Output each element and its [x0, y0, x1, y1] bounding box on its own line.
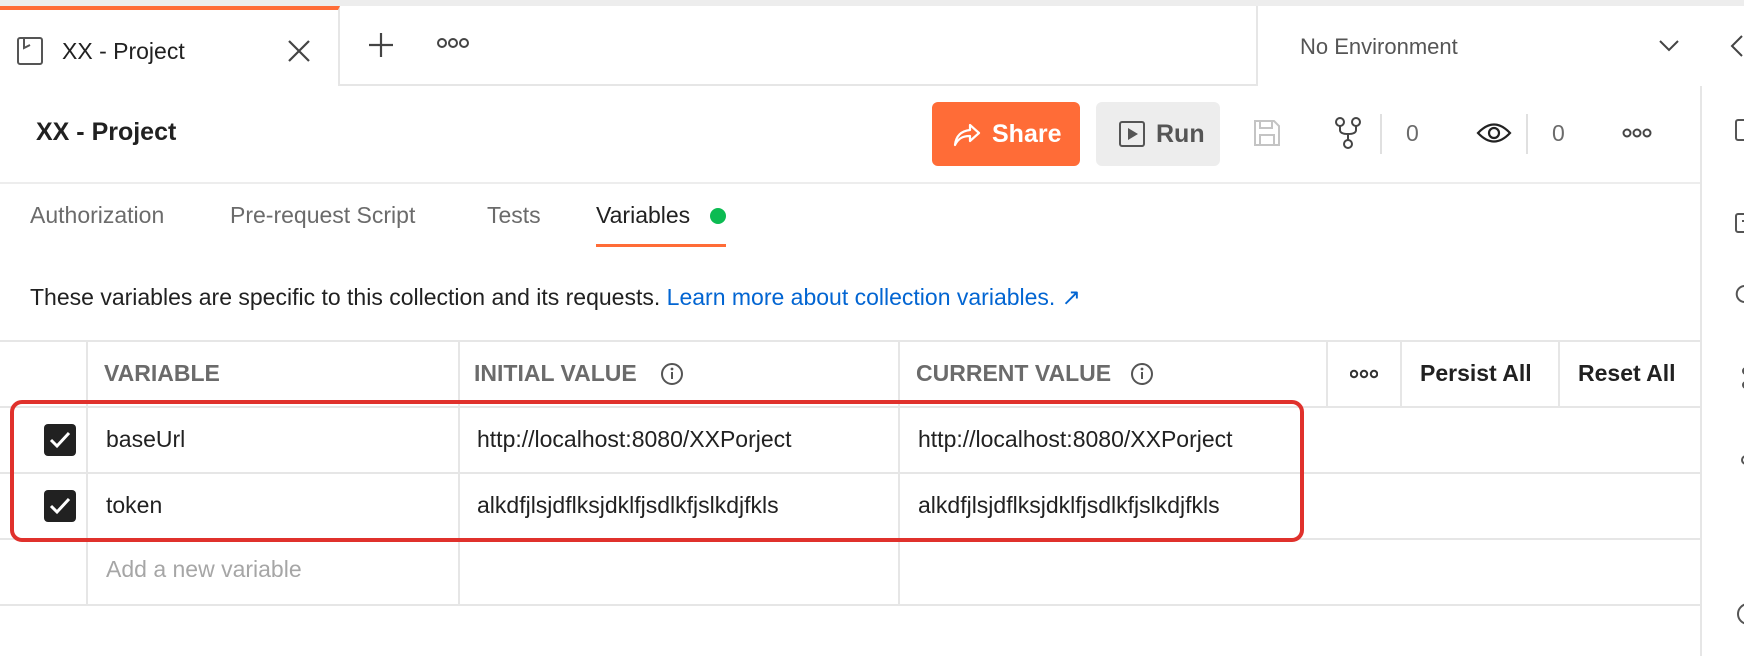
info-icon[interactable]	[1130, 362, 1154, 386]
info-icon[interactable]	[660, 362, 684, 386]
collection-icon	[17, 37, 43, 65]
right-sidebar	[1700, 86, 1744, 656]
watch-count: 0	[1552, 120, 1565, 146]
environment-selector[interactable]: No Environment	[1256, 6, 1744, 86]
table-border	[1400, 340, 1402, 406]
more-actions-icon[interactable]	[1622, 126, 1652, 140]
header-variable: VARIABLE	[104, 360, 220, 386]
table-border	[1558, 340, 1560, 406]
tab-variables[interactable]: Variables	[596, 202, 690, 229]
run-label: Run	[1156, 120, 1205, 148]
fork-count: 0	[1406, 120, 1419, 146]
info-sidebar-icon[interactable]	[1734, 602, 1744, 626]
forks-icon[interactable]	[1734, 448, 1744, 472]
collection-title: XX - Project	[36, 118, 177, 146]
environment-label: No Environment	[1300, 34, 1458, 59]
header-initial-value: INITIAL VALUE	[474, 360, 637, 386]
tab-authorization[interactable]: Authorization	[30, 202, 164, 229]
tab-title: XX - Project	[62, 38, 185, 64]
divider	[1526, 114, 1528, 154]
header-current-value: CURRENT VALUE	[916, 360, 1112, 386]
more-tabs-icon[interactable]	[436, 36, 470, 50]
active-tab-underline	[596, 244, 726, 247]
comments-icon[interactable]	[1734, 212, 1744, 236]
table-border	[0, 604, 1700, 606]
tab-xx-project[interactable]: XX - Project	[0, 6, 340, 86]
add-tab-icon[interactable]	[366, 30, 396, 60]
run-button[interactable]: Run	[1096, 102, 1220, 166]
fork-icon[interactable]	[1334, 116, 1362, 150]
share-button[interactable]: Share	[932, 102, 1080, 166]
table-border	[0, 340, 1700, 342]
divider	[1380, 114, 1382, 154]
persist-all-button[interactable]: Persist All	[1420, 360, 1532, 387]
table-border	[1326, 340, 1328, 406]
share-label: Share	[992, 120, 1062, 148]
changelog-icon[interactable]	[1734, 282, 1744, 306]
header-divider	[0, 182, 1700, 184]
learn-more-link[interactable]: Learn more about collection variables. ↗	[667, 284, 1081, 310]
documentation-icon[interactable]	[1734, 118, 1744, 142]
tab-tests[interactable]: Tests	[487, 202, 541, 229]
chevron-down-icon	[1659, 40, 1679, 52]
chevron-left-icon[interactable]	[1728, 34, 1744, 58]
info-text: These variables are specific to this col…	[30, 284, 661, 310]
reset-all-button[interactable]: Reset All	[1578, 360, 1676, 387]
tab-pre-request-script[interactable]: Pre-request Script	[230, 202, 415, 229]
tab-strip: XX - Project No Environment	[0, 0, 1744, 86]
variables-info: These variables are specific to this col…	[30, 284, 1081, 311]
add-variable-input[interactable]: Add a new variable	[106, 556, 302, 583]
highlight-box	[10, 400, 1304, 542]
run-icon	[1119, 121, 1145, 147]
close-tab-icon[interactable]	[286, 38, 312, 64]
table-more-icon[interactable]	[1350, 368, 1378, 380]
pull-requests-icon[interactable]	[1734, 366, 1744, 390]
save-icon[interactable]	[1252, 118, 1282, 148]
variables-status-dot	[710, 208, 726, 224]
share-icon	[953, 123, 981, 147]
watch-icon[interactable]	[1476, 120, 1512, 146]
